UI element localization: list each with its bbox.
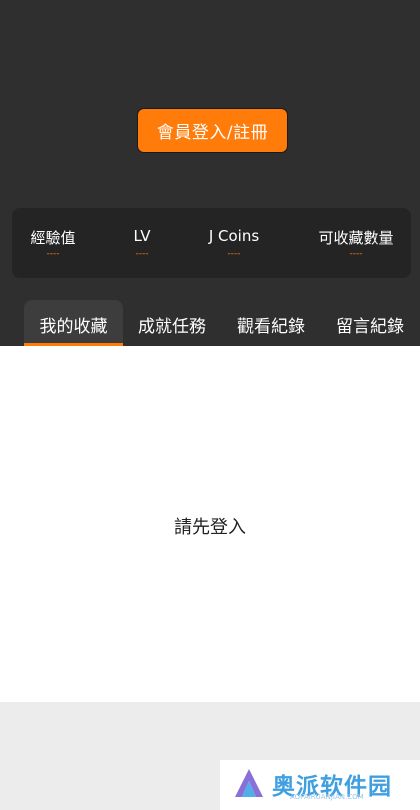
tab-my-favorites[interactable]: 我的收藏 [24,300,123,346]
tab-achievements[interactable]: 成就任務 [130,300,214,346]
watermark-logo-icon [235,769,263,797]
tab-label: 成就任務 [138,317,206,337]
tab-label: 觀看紀錄 [237,317,305,337]
stat-value: ---- [349,249,363,259]
stat-value: ---- [227,249,241,259]
profile-tabs: 我的收藏 成就任務 觀看紀錄 留言紀錄 [0,300,420,346]
login-register-button[interactable]: 會員登入/註冊 [137,108,288,153]
stats-panel: 經驗值 ---- LV ---- J Coins ---- 可收藏數量 ---- [12,208,411,278]
login-prompt-text: 請先登入 [174,517,246,538]
tab-label: 我的收藏 [39,317,108,337]
stat-value: ---- [46,249,60,259]
tab-comment-history[interactable]: 留言紀錄 [328,300,412,346]
profile-header: 會員登入/註冊 經驗值 ---- LV ---- J Coins ---- 可收… [0,0,420,346]
stat-label: J Coins [208,227,260,245]
tab-content: 請先登入 [0,346,420,702]
tab-watch-history[interactable]: 觀看紀錄 [229,300,313,346]
watermark: 奥派软件园 AOPAIRUANJIAN.COM [220,760,420,810]
tab-label: 留言紀錄 [336,317,404,337]
stat-label: LV [133,227,151,245]
watermark-url: AOPAIRUANJIAN.COM [290,793,364,801]
stat-label: 可收藏數量 [318,229,394,247]
stat-label: 經驗值 [30,229,76,247]
stat-value: ---- [135,249,149,259]
